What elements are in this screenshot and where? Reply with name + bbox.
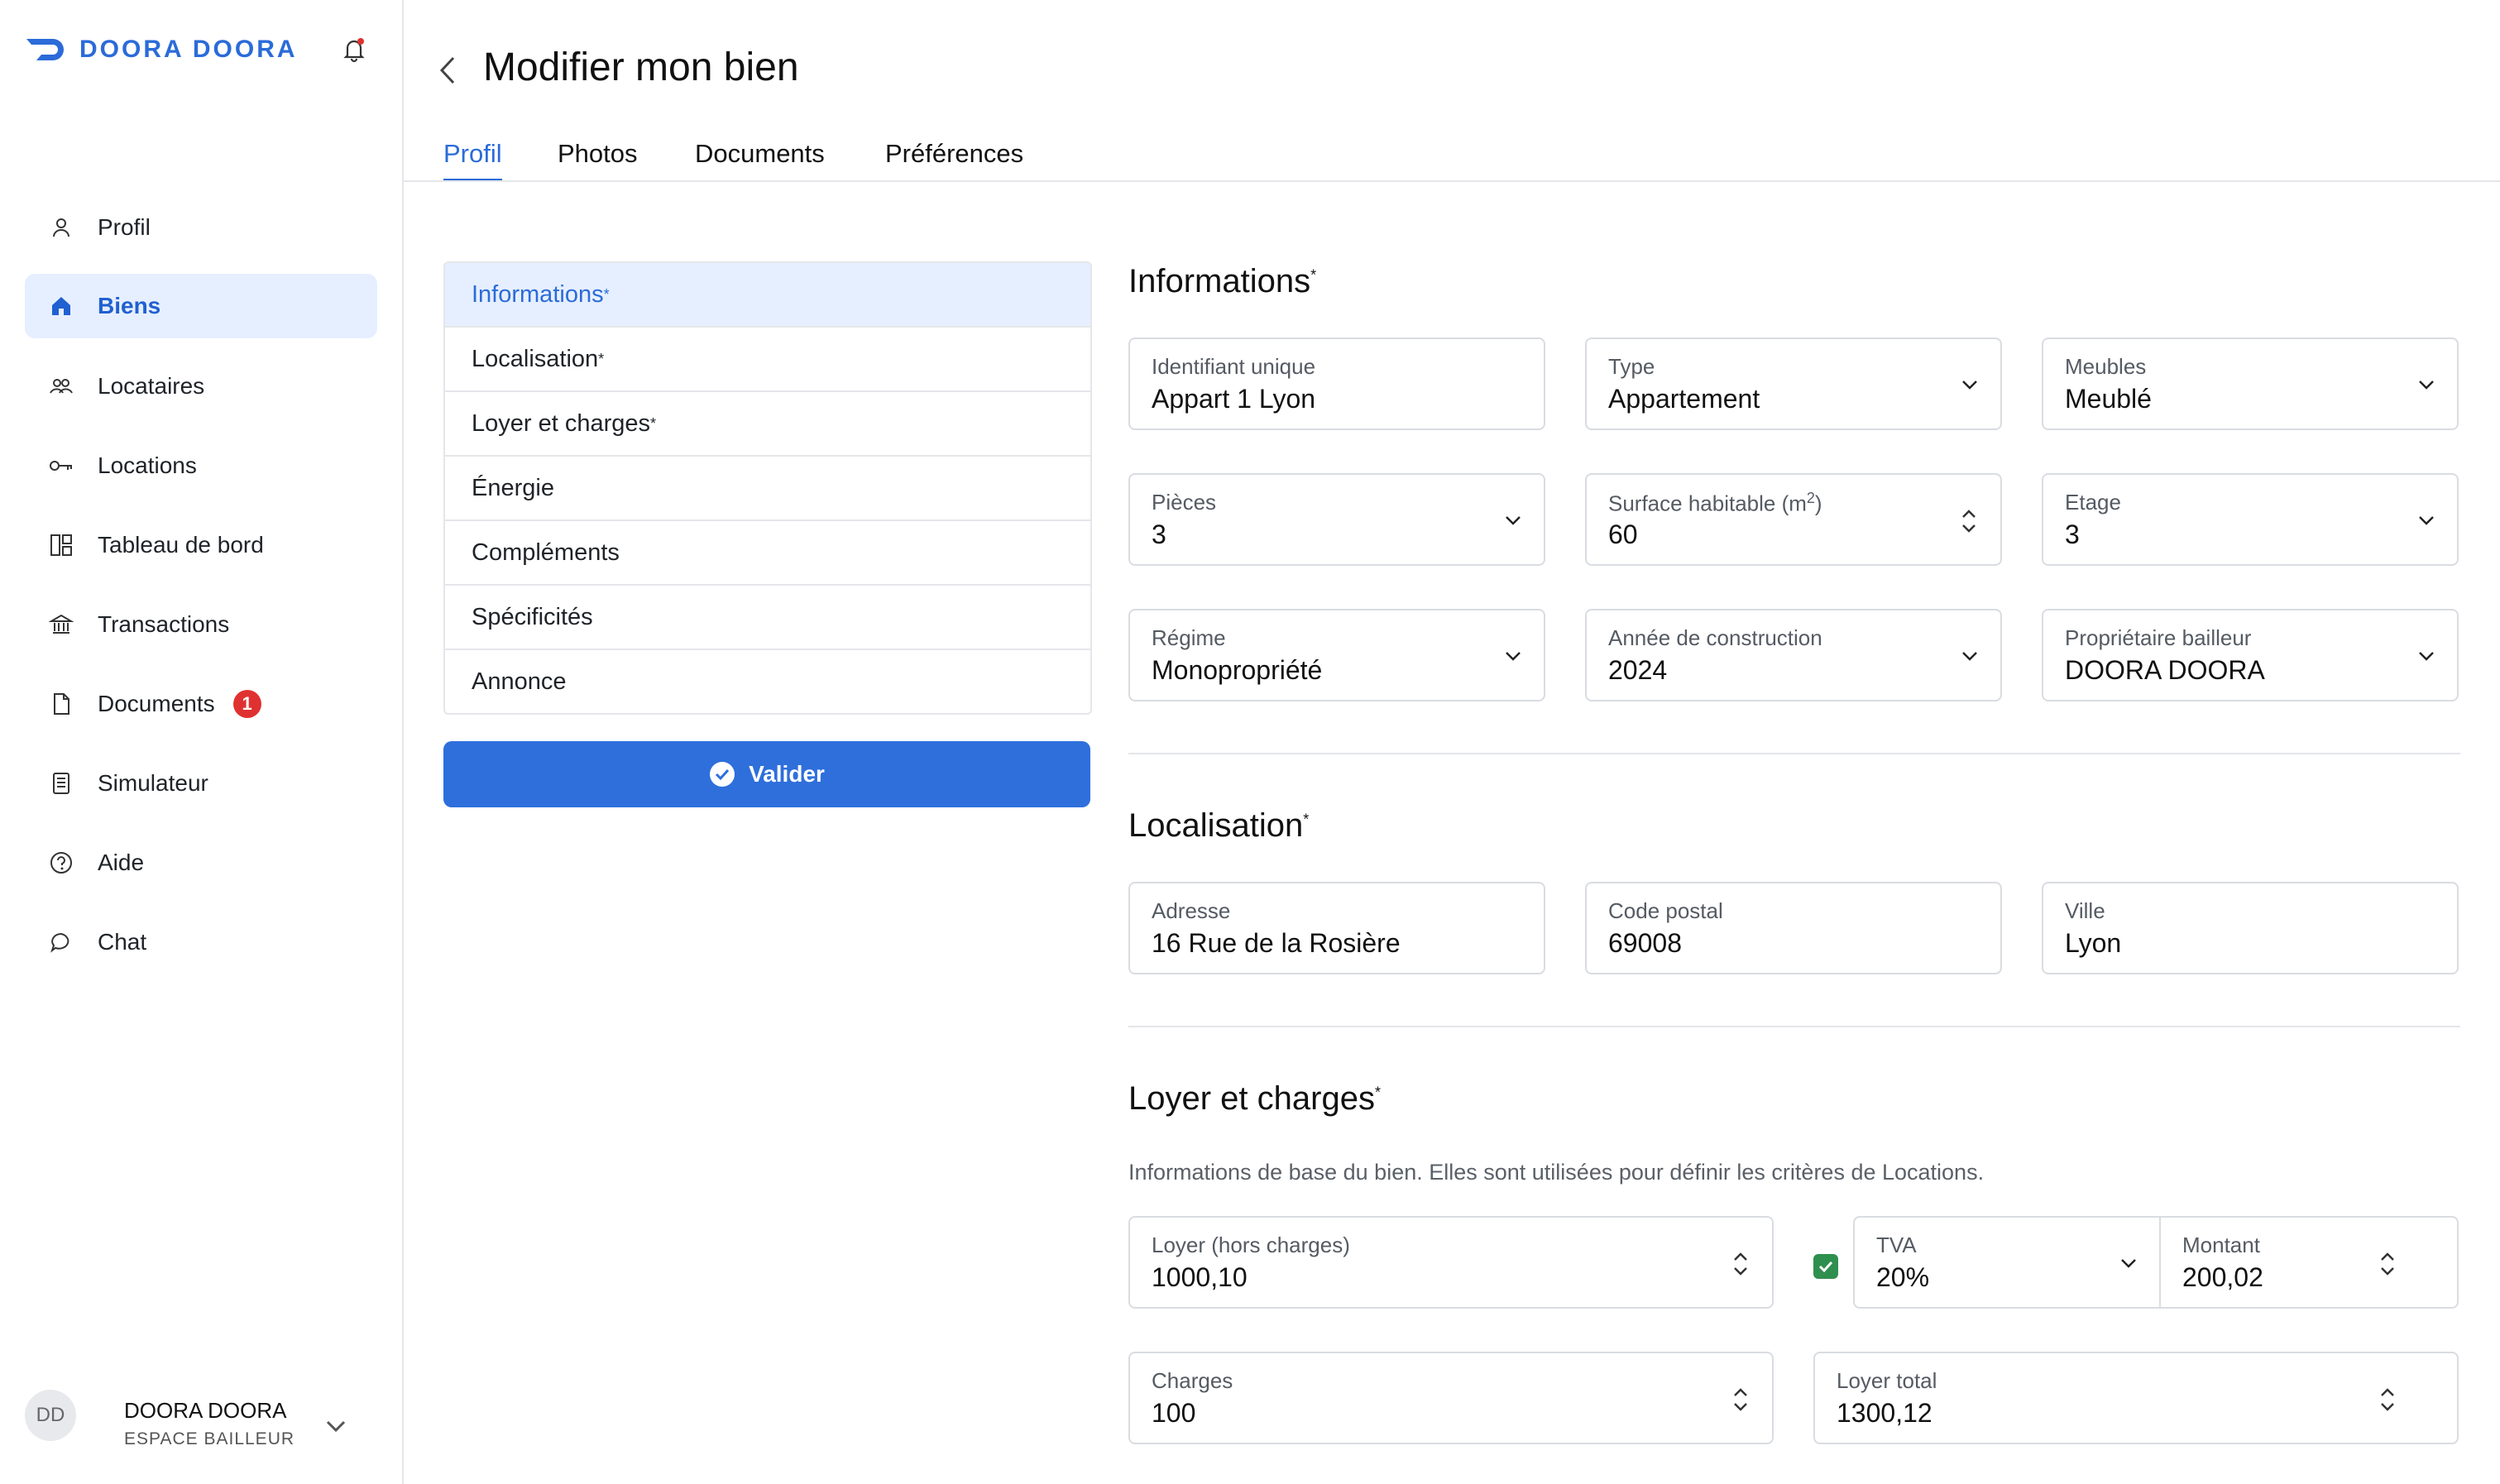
avatar: DD bbox=[25, 1390, 76, 1441]
stepper-icon[interactable] bbox=[1729, 1246, 1752, 1282]
identifiant-field[interactable]: Identifiant unique Appart 1 Lyon bbox=[1128, 337, 1545, 430]
chat-icon bbox=[46, 927, 76, 957]
key-icon bbox=[46, 451, 76, 481]
check-icon bbox=[1818, 1261, 1833, 1273]
sidebar-item-documents[interactable]: Documents 1 bbox=[25, 672, 377, 736]
sidebar-item-label: Locations bbox=[98, 452, 197, 478]
ville-field[interactable]: Ville Lyon bbox=[2042, 882, 2459, 974]
sidebar-item-label: Documents bbox=[98, 691, 215, 716]
back-arrow-icon[interactable] bbox=[433, 55, 462, 86]
sidebar-item-locations[interactable]: Locations bbox=[25, 433, 377, 498]
sidebar-item-locataires[interactable]: Locataires bbox=[25, 354, 377, 419]
sidebar-item-simulateur[interactable]: Simulateur bbox=[25, 751, 377, 816]
chevron-down-icon bbox=[2419, 381, 2434, 390]
calculator-icon bbox=[46, 768, 76, 798]
user-icon bbox=[46, 213, 76, 242]
section-divider bbox=[1128, 1026, 2460, 1027]
sidebar-item-label: Tableau de bord bbox=[98, 532, 264, 558]
sidebar-item-label: Chat bbox=[98, 929, 147, 955]
logo-mark-icon bbox=[26, 39, 64, 60]
home-icon bbox=[46, 291, 76, 321]
chevron-down-icon bbox=[1506, 652, 1521, 661]
valider-button[interactable]: Valider bbox=[443, 741, 1090, 807]
sidebar-item-label: Aide bbox=[98, 850, 145, 875]
sidebar-item-profil[interactable]: Profil bbox=[25, 195, 377, 260]
stepper-icon[interactable] bbox=[2376, 1381, 2399, 1418]
loyer-heading: Loyer et charges* bbox=[1128, 1080, 1381, 1117]
section-divider bbox=[1128, 753, 2460, 754]
annee-construction-select[interactable]: Année de construction 2024 bbox=[1585, 609, 2002, 701]
bank-icon bbox=[46, 610, 76, 639]
dashboard-icon bbox=[46, 530, 76, 560]
sidebar-item-label: Simulateur bbox=[98, 770, 208, 796]
section-item-energie[interactable]: Énergie bbox=[445, 457, 1090, 521]
chevron-down-icon[interactable] bbox=[321, 1411, 351, 1441]
section-item-complements[interactable]: Compléments bbox=[445, 521, 1090, 586]
tab-divider bbox=[402, 180, 2500, 182]
informations-heading: Informations* bbox=[1128, 263, 1317, 299]
page-title: Modifier mon bien bbox=[483, 45, 799, 89]
tva-checkbox[interactable] bbox=[1813, 1254, 1838, 1279]
stepper-icon[interactable] bbox=[2376, 1246, 2399, 1282]
sidebar-item-tableau-de-bord[interactable]: Tableau de bord bbox=[25, 513, 377, 577]
section-item-informations[interactable]: Informations * bbox=[445, 263, 1090, 328]
brand-logo[interactable]: DOORA DOORA bbox=[25, 31, 298, 68]
users-icon bbox=[46, 371, 76, 401]
sidebar-item-label: Profil bbox=[98, 214, 151, 240]
charges-input[interactable]: Charges 100 bbox=[1128, 1352, 1774, 1444]
section-item-localisation[interactable]: Localisation * bbox=[445, 328, 1090, 392]
user-role: ESPACE BAILLEUR bbox=[124, 1429, 295, 1448]
tab-profil[interactable]: Profil bbox=[443, 139, 502, 182]
localisation-heading: Localisation* bbox=[1128, 807, 1310, 844]
valider-label: Valider bbox=[749, 761, 825, 787]
bell-icon[interactable] bbox=[338, 33, 371, 66]
pieces-select[interactable]: Pièces 3 bbox=[1128, 473, 1545, 566]
section-item-annonce[interactable]: Annonce bbox=[445, 650, 1090, 713]
surface-input[interactable]: Surface habitable (m2) 60 bbox=[1585, 473, 2002, 566]
tab-documents[interactable]: Documents bbox=[695, 139, 825, 182]
section-item-loyer[interactable]: Loyer et charges * bbox=[445, 392, 1090, 457]
section-item-specificites[interactable]: Spécificités bbox=[445, 586, 1090, 650]
notification-badge: 1 bbox=[232, 690, 261, 718]
sidebar-item-label: Biens bbox=[98, 293, 161, 318]
chevron-down-icon bbox=[1962, 381, 1977, 390]
user-name: DOORA DOORA bbox=[124, 1398, 287, 1423]
chevron-down-icon bbox=[2419, 516, 2434, 525]
stepper-icon[interactable] bbox=[1957, 503, 1980, 539]
loyer-hc-input[interactable]: Loyer (hors charges) 1000,10 bbox=[1128, 1216, 1774, 1309]
sidebar-item-biens[interactable]: Biens bbox=[25, 274, 377, 338]
document-icon bbox=[46, 689, 76, 719]
sidebar-item-chat[interactable]: Chat bbox=[25, 910, 377, 974]
check-circle-icon bbox=[710, 762, 735, 787]
section-list: Informations * Localisation * Loyer et cha… bbox=[443, 261, 1092, 715]
chevron-down-icon bbox=[2121, 1259, 2136, 1268]
etage-select[interactable]: Etage 3 bbox=[2042, 473, 2459, 566]
type-select[interactable]: Type Appartement bbox=[1585, 337, 2002, 430]
brand-name: DOORA DOORA bbox=[79, 36, 298, 63]
meubles-select[interactable]: Meubles Meublé bbox=[2042, 337, 2459, 430]
montant-input[interactable]: Montant 200,02 bbox=[2159, 1216, 2459, 1309]
chevron-down-icon bbox=[1962, 652, 1977, 661]
tva-select[interactable]: TVA 20% bbox=[1853, 1216, 2161, 1309]
code-postal-field[interactable]: Code postal 69008 bbox=[1585, 882, 2002, 974]
sidebar-item-transactions[interactable]: Transactions bbox=[25, 592, 377, 657]
chevron-down-icon bbox=[2419, 652, 2434, 661]
help-icon bbox=[46, 848, 76, 878]
regime-select[interactable]: Régime Monopropriété bbox=[1128, 609, 1545, 701]
loyer-description: Informations de base du bien. Elles sont… bbox=[1128, 1160, 1985, 1185]
chevron-down-icon bbox=[1506, 516, 1521, 525]
sidebar-item-aide[interactable]: Aide bbox=[25, 831, 377, 895]
loyer-total-input[interactable]: Loyer total 1300,12 bbox=[1813, 1352, 2459, 1444]
sidebar-item-label: Transactions bbox=[98, 611, 230, 637]
sidebar-item-label: Locataires bbox=[98, 373, 205, 399]
stepper-icon[interactable] bbox=[1729, 1381, 1752, 1418]
proprietaire-select[interactable]: Propriétaire bailleur DOORA DOORA bbox=[2042, 609, 2459, 701]
tab-photos[interactable]: Photos bbox=[558, 139, 638, 182]
adresse-field[interactable]: Adresse 16 Rue de la Rosière bbox=[1128, 882, 1545, 974]
tab-preferences[interactable]: Préférences bbox=[885, 139, 1023, 182]
